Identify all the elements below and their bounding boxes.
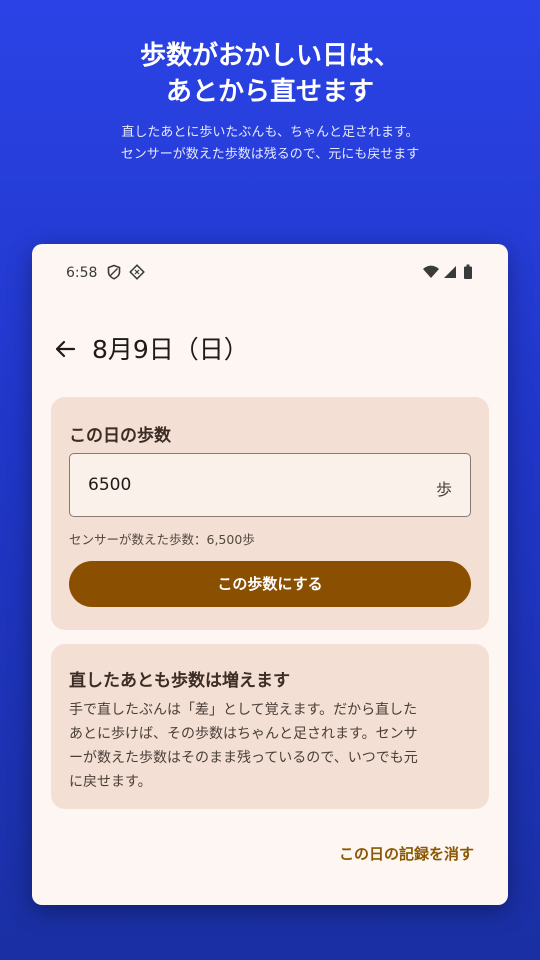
promo-subtitle-line2: センサーが数えた歩数は残るので、元にも戻せます	[120, 147, 420, 162]
steps-input-value: 6500	[88, 475, 132, 495]
steps-input[interactable]: 6500 歩	[69, 453, 471, 517]
diamond-icon	[129, 264, 145, 284]
status-bar: 6:58	[32, 244, 508, 304]
info-body-line: 手で直したぶんは「差」として覚えます。だから直した	[69, 702, 418, 718]
promo-subtitle: 直したあとに歩いたぶんも、ちゃんと足されます。 センサーが数えた歩数は残るので、…	[0, 122, 540, 166]
promo-subtitle-line1: 直したあとに歩いたぶんも、ちゃんと足されます。	[121, 125, 419, 140]
info-card-body: 手で直したぶんは「差」として覚えます。だから直した あとに歩けば、その歩数はちゃ…	[69, 698, 474, 794]
info-body-line: に戻せます。	[69, 774, 152, 790]
info-body-line: あとに歩けば、その歩数はちゃんと足されます。センサ	[69, 726, 418, 742]
app-bar: 8月9日（日）	[32, 324, 508, 374]
arrow-left-icon	[55, 340, 76, 358]
sensor-steps-note: センサーが数えた歩数：6,500歩	[69, 532, 255, 547]
status-time: 6:58	[66, 265, 98, 281]
shield-icon	[106, 264, 122, 284]
signal-icon	[443, 264, 457, 284]
steps-card-title: この日の歩数	[69, 426, 171, 446]
info-card: 直したあとも歩数は増えます 手で直したぶんは「差」として覚えます。だから直した …	[51, 644, 489, 809]
promo-title-line2: あとから直せます	[165, 77, 374, 107]
wifi-icon	[422, 264, 440, 284]
promo-title: 歩数がおかしい日は、 あとから直せます	[0, 38, 540, 110]
delete-record-button[interactable]: この日の記録を消す	[339, 843, 474, 864]
battery-icon	[463, 264, 473, 284]
apply-steps-button[interactable]: この歩数にする	[69, 561, 471, 607]
info-body-line: ーが数えた歩数はそのまま残っているので、いつでも元	[69, 750, 418, 766]
steps-card: この日の歩数 6500 歩 センサーが数えた歩数：6,500歩 この歩数にする	[51, 397, 489, 630]
steps-unit-label: 歩	[435, 480, 452, 499]
back-button[interactable]	[48, 332, 82, 366]
info-card-title: 直したあとも歩数は増えます	[69, 671, 290, 691]
page-title: 8月9日（日）	[92, 335, 249, 364]
promo-title-line1: 歩数がおかしい日は、	[139, 41, 400, 71]
phone-screen: 6:58 8月9日（日） この日の歩数 6500 歩 センサーが数えた歩数：6,…	[32, 244, 508, 905]
